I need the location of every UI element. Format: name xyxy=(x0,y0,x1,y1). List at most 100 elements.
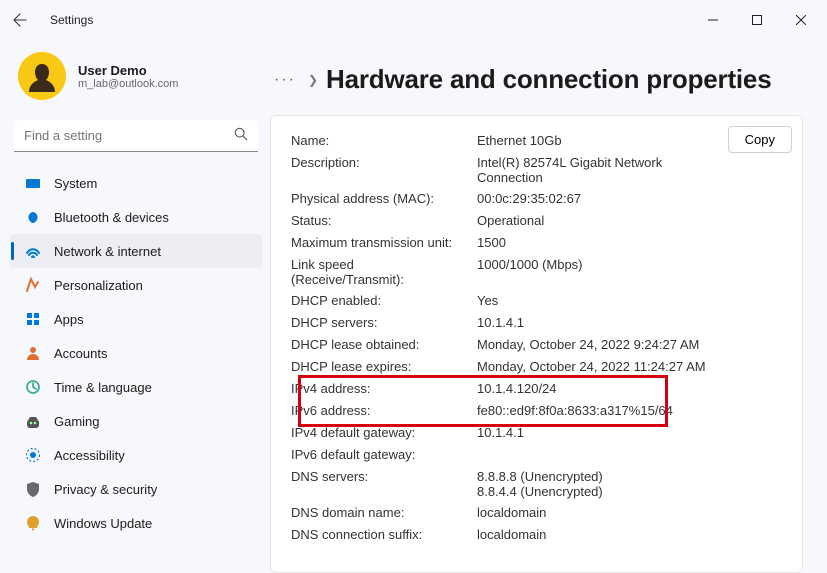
property-value: 1500 xyxy=(477,235,802,250)
sidebar: User Demo m_lab@outlook.com System Blueto… xyxy=(0,40,270,573)
user-name: User Demo xyxy=(78,63,178,78)
property-key: DNS domain name: xyxy=(291,505,477,520)
nav-icon xyxy=(24,174,42,192)
search-icon xyxy=(234,127,248,144)
property-key: DHCP lease obtained: xyxy=(291,337,477,352)
sidebar-item-accessibility[interactable]: Accessibility xyxy=(10,438,262,472)
property-value: localdomain xyxy=(477,505,802,520)
property-key: Maximum transmission unit: xyxy=(291,235,477,250)
property-row: DNS domain name:localdomain xyxy=(291,502,802,524)
sidebar-item-system[interactable]: System xyxy=(10,166,262,200)
property-value: Intel(R) 82574L Gigabit Network Connecti… xyxy=(477,155,802,185)
property-value: 10.1.4.1 xyxy=(477,425,802,440)
nav-list: System Bluetooth & devices Network & inter… xyxy=(10,166,262,540)
sidebar-item-accounts[interactable]: Accounts xyxy=(10,336,262,370)
minimize-button[interactable] xyxy=(691,4,735,36)
property-row: Description:Intel(R) 82574L Gigabit Netw… xyxy=(291,152,802,188)
property-value: 1000/1000 (Mbps) xyxy=(477,257,802,272)
sidebar-item-time-language[interactable]: Time & language xyxy=(10,370,262,404)
property-row: Link speed (Receive/Transmit):1000/1000 … xyxy=(291,254,802,290)
property-row: DHCP servers:10.1.4.1 xyxy=(291,312,802,334)
property-value: fe80::ed9f:8f0a:8633:a317%15/64 xyxy=(477,403,802,418)
close-button[interactable] xyxy=(779,4,823,36)
property-row: Maximum transmission unit:1500 xyxy=(291,232,802,254)
property-key: DHCP servers: xyxy=(291,315,477,330)
property-value: Monday, October 24, 2022 9:24:27 AM xyxy=(477,337,802,352)
property-row: DNS connection suffix:localdomain xyxy=(291,524,802,546)
property-key: Link speed (Receive/Transmit): xyxy=(291,257,477,287)
sidebar-item-label: Time & language xyxy=(54,380,152,395)
maximize-icon xyxy=(752,15,762,25)
close-icon xyxy=(796,15,806,25)
sidebar-item-label: Privacy & security xyxy=(54,482,157,497)
main-area: ··· ❯ Hardware and connection properties… xyxy=(270,40,827,573)
maximize-button[interactable] xyxy=(735,4,779,36)
chevron-right-icon: ❯ xyxy=(308,73,318,87)
property-key: DNS servers: xyxy=(291,469,477,484)
property-row: Physical address (MAC):00:0c:29:35:02:67 xyxy=(291,188,802,210)
nav-icon xyxy=(24,480,42,498)
sidebar-item-label: Network & internet xyxy=(54,244,161,259)
property-value: 10.1.4.120/24 xyxy=(477,381,802,396)
sidebar-item-gaming[interactable]: Gaming xyxy=(10,404,262,438)
sidebar-item-personalization[interactable]: Personalization xyxy=(10,268,262,302)
property-row: DHCP lease obtained:Monday, October 24, … xyxy=(291,334,802,356)
property-row: DHCP lease expires:Monday, October 24, 2… xyxy=(291,356,802,378)
property-value: Monday, October 24, 2022 11:24:27 AM xyxy=(477,359,802,374)
back-button[interactable] xyxy=(4,4,36,36)
nav-icon xyxy=(24,378,42,396)
property-row: Status:Operational xyxy=(291,210,802,232)
property-row: IPv4 default gateway:10.1.4.1 xyxy=(291,422,802,444)
sidebar-item-privacy-security[interactable]: Privacy & security xyxy=(10,472,262,506)
minimize-icon xyxy=(708,15,718,25)
sidebar-item-label: Windows Update xyxy=(54,516,152,531)
property-value: localdomain xyxy=(477,527,802,542)
avatar xyxy=(18,52,66,100)
property-key: Status: xyxy=(291,213,477,228)
property-key: IPv4 default gateway: xyxy=(291,425,477,440)
property-key: DNS connection suffix: xyxy=(291,527,477,542)
nav-icon xyxy=(24,412,42,430)
property-key: IPv6 default gateway: xyxy=(291,447,477,462)
sidebar-item-network-internet[interactable]: Network & internet xyxy=(10,234,262,268)
profile-block[interactable]: User Demo m_lab@outlook.com xyxy=(10,46,262,118)
sidebar-item-apps[interactable]: Apps xyxy=(10,302,262,336)
breadcrumb-ellipsis[interactable]: ··· xyxy=(270,71,300,89)
window-title: Settings xyxy=(50,13,93,27)
sidebar-item-label: Apps xyxy=(54,312,84,327)
nav-icon xyxy=(24,208,42,226)
property-value: 00:0c:29:35:02:67 xyxy=(477,191,802,206)
sidebar-item-windows-update[interactable]: Windows Update xyxy=(10,506,262,540)
sidebar-item-label: Accounts xyxy=(54,346,107,361)
copy-button[interactable]: Copy xyxy=(728,126,792,153)
property-row: IPv6 default gateway: xyxy=(291,444,802,466)
search-input[interactable] xyxy=(14,120,258,152)
nav-icon xyxy=(24,446,42,464)
nav-icon xyxy=(24,276,42,294)
nav-icon xyxy=(24,514,42,532)
arrow-left-icon xyxy=(13,13,27,27)
property-row: DNS servers:8.8.8.8 (Unencrypted) 8.8.4.… xyxy=(291,466,802,502)
property-key: IPv6 address: xyxy=(291,403,477,418)
sidebar-item-label: Gaming xyxy=(54,414,100,429)
property-key: Physical address (MAC): xyxy=(291,191,477,206)
property-key: DHCP lease expires: xyxy=(291,359,477,374)
property-row: DHCP enabled:Yes xyxy=(291,290,802,312)
sidebar-item-label: Personalization xyxy=(54,278,143,293)
property-value: 8.8.8.8 (Unencrypted) 8.8.4.4 (Unencrypt… xyxy=(477,469,802,499)
properties-panel: Copy Name:Ethernet 10GbDescription:Intel… xyxy=(270,115,803,573)
sidebar-item-bluetooth-devices[interactable]: Bluetooth & devices xyxy=(10,200,262,234)
property-key: DHCP enabled: xyxy=(291,293,477,308)
title-bar: Settings xyxy=(0,0,827,40)
nav-icon xyxy=(24,242,42,260)
nav-icon xyxy=(24,310,42,328)
property-key: IPv4 address: xyxy=(291,381,477,396)
property-key: Name: xyxy=(291,133,477,148)
user-email: m_lab@outlook.com xyxy=(78,78,178,90)
property-row: Name:Ethernet 10Gb xyxy=(291,130,802,152)
property-row: IPv4 address:10.1.4.120/24 xyxy=(291,378,802,400)
property-value: Operational xyxy=(477,213,802,228)
breadcrumb: ··· ❯ Hardware and connection properties xyxy=(270,40,827,103)
nav-icon xyxy=(24,344,42,362)
sidebar-item-label: System xyxy=(54,176,97,191)
